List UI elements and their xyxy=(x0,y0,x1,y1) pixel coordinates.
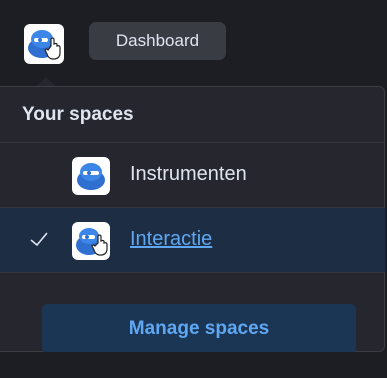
space-item-label: Instrumenten xyxy=(130,163,247,185)
breadcrumb-dashboard[interactable]: Dashboard xyxy=(89,22,226,60)
page-background xyxy=(0,352,387,378)
spaces-popover: Your spaces Instrumenten Interactie Mana… xyxy=(0,86,385,354)
manage-spaces-button[interactable]: Manage spaces xyxy=(42,304,356,354)
space-item-label: Interactie xyxy=(130,228,213,250)
space-avatar xyxy=(72,157,110,195)
top-bar: Dashboard xyxy=(0,0,387,86)
space-logo-icon xyxy=(77,163,105,190)
space-item-interactie[interactable]: Interactie xyxy=(0,208,385,272)
popover-title: Your spaces xyxy=(22,104,134,125)
space-avatar xyxy=(72,222,110,260)
divider xyxy=(0,272,385,273)
space-logo-icon xyxy=(76,228,108,256)
space-logo-icon xyxy=(28,30,61,60)
space-switcher-button[interactable] xyxy=(24,24,64,64)
space-item-instrumenten[interactable]: Instrumenten xyxy=(0,143,385,207)
checkmark-icon xyxy=(30,232,48,247)
